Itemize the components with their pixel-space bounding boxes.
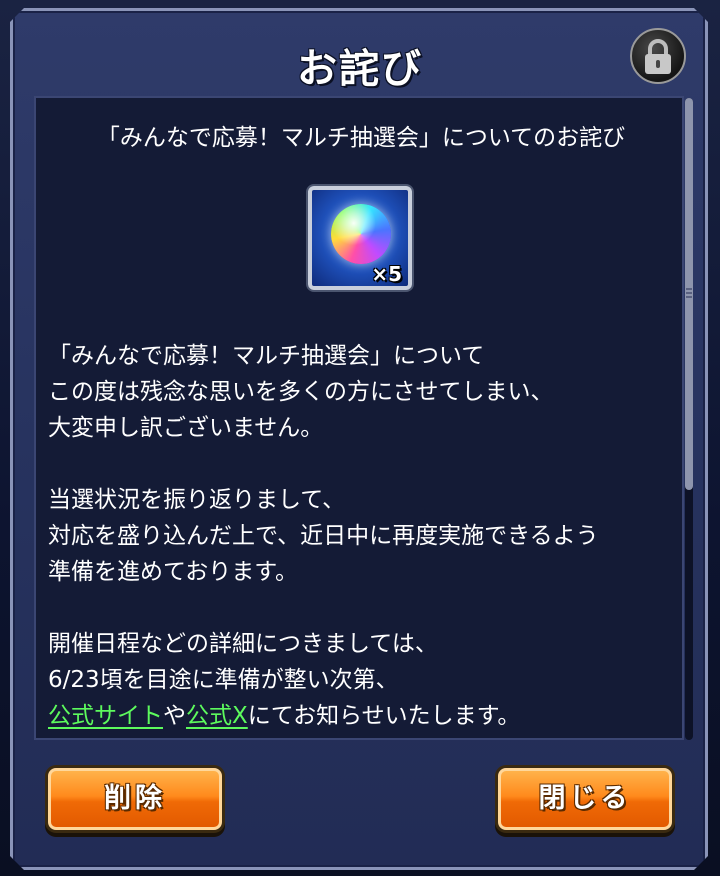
delete-button[interactable]: 削除 (48, 768, 222, 830)
body-line-tail: にてお知らせいたします。 (247, 703, 521, 729)
message-content[interactable]: 「みんなで応募！マルチ抽選会」についてのお詫び ×5 「みんなで応募！マルチ抽選… (34, 96, 684, 740)
body-line: 対応を盛り込んだ上で、近日中に再度実施できるよう (48, 523, 599, 549)
body-line: 開催日程などの詳細につきましては、 (48, 631, 438, 657)
official-site-link[interactable]: 公式サイト (48, 703, 163, 729)
paragraph-2: 当選状況を振り返りまして、 対応を盛り込んだ上で、近日中に再度実施できるよう 準… (48, 482, 678, 590)
rainbow-orb-icon (331, 204, 391, 264)
body-line: 6/23頃を目途に準備が整い次第、 (48, 667, 399, 693)
body-line-links: 公式サイトや公式Xにてお知らせいたします。 (48, 698, 678, 734)
body-line: 「みんなで応募！マルチ抽選会」について (48, 343, 485, 369)
body-line: この度は残念な思いを多くの方にさせてしまい、 (48, 379, 554, 405)
message-body: 「みんなで応募！マルチ抽選会」について この度は残念な思いを多くの方にさせてしま… (48, 338, 678, 738)
body-line: 当選状況を振り返りまして、 (48, 487, 346, 513)
scrollbar-grip-icon (686, 286, 692, 300)
dialog-title: お詫び (297, 46, 423, 92)
lock-icon[interactable] (630, 28, 686, 84)
close-button[interactable]: 閉じる (498, 768, 672, 830)
official-x-link[interactable]: 公式X (186, 703, 248, 729)
reward-quantity: ×5 (371, 262, 402, 286)
body-line: 大変申し訳ございません。 (48, 415, 324, 441)
message-subtitle: 「みんなで応募！マルチ抽選会」についてのお詫び (96, 125, 626, 151)
body-line: 準備を進めております。 (48, 559, 299, 585)
paragraph-1: 「みんなで応募！マルチ抽選会」について この度は残念な思いを多くの方にさせてしま… (48, 338, 678, 446)
reward-item: ×5 (308, 186, 412, 290)
link-separator: や (163, 703, 186, 729)
paragraph-3: 開催日程などの詳細につきましては、 6/23頃を目途に準備が整い次第、 公式サイ… (48, 626, 678, 734)
